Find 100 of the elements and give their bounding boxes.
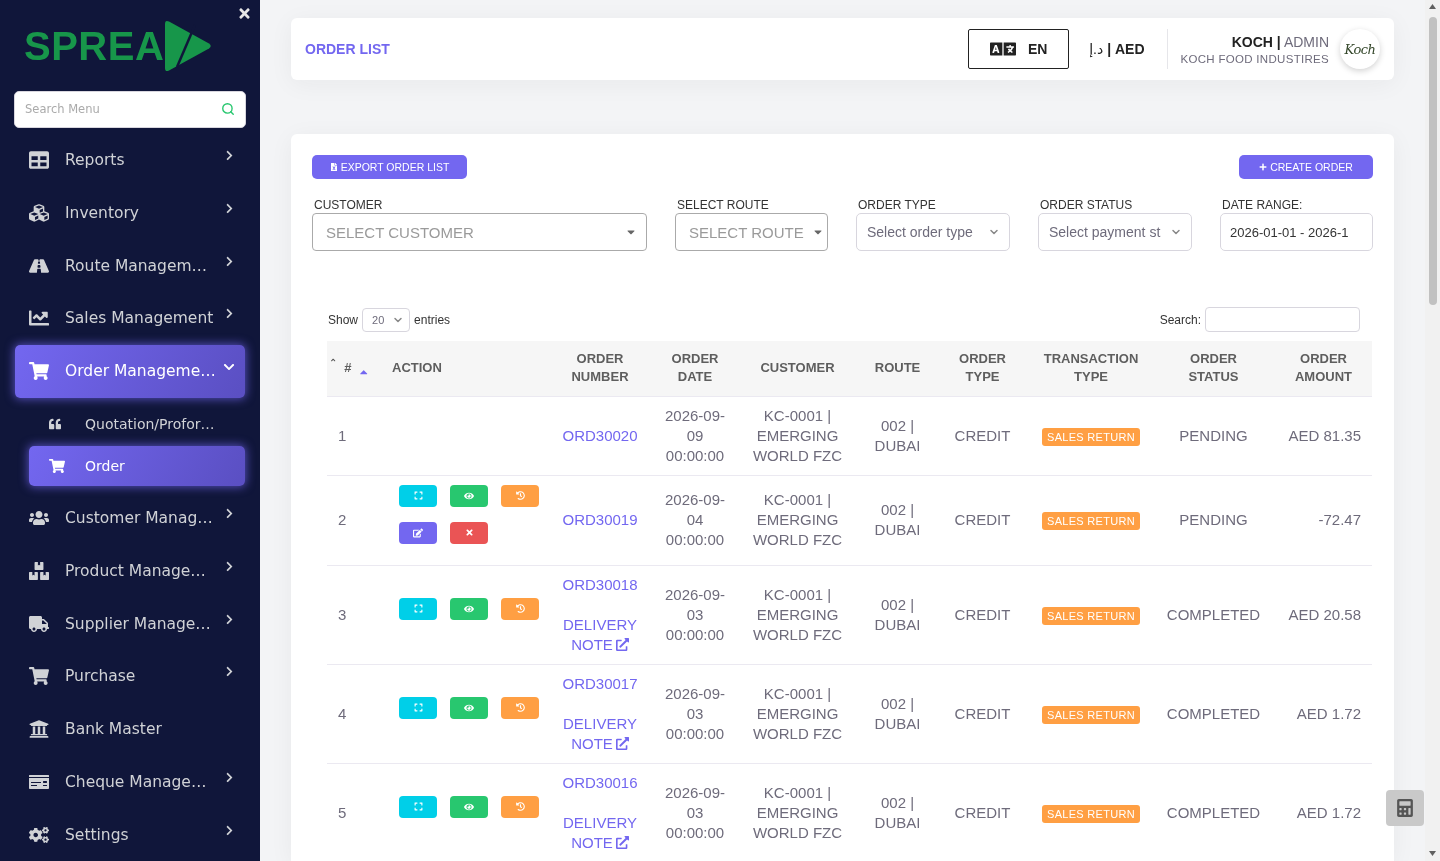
view-button[interactable] — [450, 597, 488, 620]
scrollbar-thumb[interactable] — [1428, 17, 1437, 305]
table-search-field[interactable] — [1205, 307, 1360, 332]
history-button[interactable] — [501, 484, 539, 507]
search-label: Search: — [1159, 312, 1201, 327]
sidebar-item[interactable]: Settings — [15, 808, 245, 861]
sidebar-item[interactable]: Sales Management — [15, 292, 245, 345]
logo-mark-icon — [164, 20, 213, 72]
expand-icon — [413, 703, 423, 712]
view-button[interactable] — [450, 795, 488, 818]
export-button[interactable]: EXPORT ORDER LIST — [312, 155, 467, 179]
transaction-type-badge: SALES RETURN — [1042, 705, 1140, 724]
dropdown-select[interactable]: Select order type — [856, 213, 1010, 251]
company-name: KOCH FOOD INDUSTIRES — [1180, 52, 1329, 65]
delivery-note-link[interactable]: DELIVERY NOTE — [555, 713, 645, 754]
sidebar-item[interactable]: Inventory — [15, 186, 245, 240]
table-cell: KC-0001 | EMERGING WORLD FZC — [735, 396, 860, 475]
dropdown-select[interactable]: Select payment st — [1038, 213, 1192, 251]
table-cell: 4 — [327, 664, 380, 763]
user-name: KOCH | ADMIN — [1231, 33, 1329, 50]
column-header[interactable]: ORDER DATE — [655, 341, 735, 396]
close-button[interactable] — [237, 6, 252, 21]
column-header[interactable]: ROUTE — [860, 341, 935, 396]
table-cell: 002 | DUBAI — [860, 565, 935, 664]
search-field[interactable]: Search Menu — [14, 90, 246, 128]
table-cell: AED 1.72 — [1275, 664, 1372, 763]
company-logo[interactable]: Koch — [1340, 29, 1380, 69]
expand-button[interactable] — [399, 484, 437, 507]
column-header[interactable]: ORDER STATUS — [1152, 341, 1275, 396]
external-link-icon — [615, 835, 629, 849]
create-order-button[interactable]: CREATE ORDER — [1239, 155, 1373, 179]
column-header[interactable]: TRANSACTION TYPE — [1030, 341, 1152, 396]
calculator-button[interactable] — [1386, 790, 1424, 826]
delete-button[interactable] — [450, 521, 488, 544]
edit-button[interactable] — [399, 521, 437, 544]
column-header[interactable]: ORDER AMOUNT — [1275, 341, 1372, 396]
expand-icon — [413, 604, 423, 613]
order-number-link[interactable]: ORD30020 — [562, 425, 638, 446]
order-number-link[interactable]: ORD30016 — [562, 772, 638, 793]
history-button[interactable] — [501, 696, 539, 719]
table-cell: 2026-09-03 00:00:00 — [655, 565, 735, 664]
delivery-note-link[interactable]: DELIVERY NOTE — [555, 812, 645, 853]
sidebar-item[interactable]: Route Managem… — [15, 239, 245, 292]
view-button[interactable] — [450, 696, 488, 719]
order-number-link[interactable]: ORD30019 — [562, 510, 638, 530]
table-cell: AED 81.35 — [1275, 396, 1372, 475]
table-icon — [29, 150, 49, 171]
table-cell: CREDIT — [935, 763, 1030, 861]
transaction-type-badge: SALES RETURN — [1042, 804, 1140, 823]
column-header[interactable]: CUSTOMER — [735, 341, 860, 396]
sidebar-item[interactable]: Customer Manag… — [15, 491, 245, 545]
column-header[interactable]: ACTION — [380, 341, 545, 396]
column-header[interactable]: ORDER TYPE — [935, 341, 1030, 396]
page-size-select[interactable]: 20 — [362, 307, 411, 332]
table-cell: 002 | DUBAI — [860, 396, 935, 475]
sidebar-item[interactable]: Supplier Manage… — [15, 597, 245, 650]
column-header[interactable]: # — [344, 359, 352, 378]
table-cell: KC-0001 | EMERGING WORLD FZC — [735, 475, 860, 565]
scroll-down-arrow-icon[interactable] — [1429, 851, 1436, 856]
table-cell: PENDING — [1152, 396, 1275, 475]
scroll-up-arrow-icon[interactable] — [1429, 4, 1436, 9]
external-link-icon — [615, 736, 629, 750]
delivery-note-link[interactable]: DELIVERY NOTE — [555, 614, 645, 655]
column-header[interactable]: ORDER NUMBER — [545, 341, 655, 396]
order-number-link[interactable]: ORD30018 — [562, 574, 638, 595]
bank-icon — [29, 719, 49, 740]
date-range-field[interactable]: 2026-01-01 - 2026-1 — [1220, 213, 1373, 251]
file-icon — [329, 163, 338, 171]
history-button[interactable] — [501, 795, 539, 818]
sidebar-item[interactable]: Product Manage… — [15, 544, 245, 598]
sidebar-item[interactable]: Reports — [15, 133, 245, 187]
history-icon — [515, 802, 525, 811]
table-cell: 002 | DUBAI — [860, 763, 935, 861]
history-button[interactable] — [501, 597, 539, 620]
order-number-link[interactable]: ORD30017 — [562, 673, 638, 694]
expand-button[interactable] — [399, 597, 437, 620]
expand-button[interactable] — [399, 795, 437, 818]
filter-label: SELECT ROUTE — [676, 198, 769, 213]
table-cell: 002 | DUBAI — [860, 664, 935, 763]
sidebar-subitem[interactable]: Order — [29, 445, 245, 486]
table-cell: 2026-09-03 00:00:00 — [655, 664, 735, 763]
sidebar-item[interactable]: Purchase — [15, 649, 245, 703]
expand-button[interactable] — [399, 696, 437, 719]
sidebar-subitem[interactable]: Quotation/Profor… — [29, 401, 245, 446]
view-button[interactable] — [450, 484, 488, 507]
sidebar-item[interactable]: Order Manageme… — [15, 344, 245, 398]
table-cell: COMPLETED — [1152, 565, 1275, 664]
table-cell: AED 20.58 — [1275, 565, 1372, 664]
plus-icon — [1259, 163, 1268, 171]
truck-icon — [29, 613, 49, 634]
page-title: ORDER LIST — [305, 41, 390, 57]
sidebar-item[interactable]: Bank Master — [15, 702, 245, 756]
table-cell: 1 — [327, 396, 380, 475]
eye-icon — [464, 801, 474, 812]
external-link-icon — [615, 637, 629, 651]
history-icon — [515, 491, 525, 500]
sidebar-item[interactable]: Cheque Manage… — [15, 755, 245, 809]
table-cell: CREDIT — [935, 396, 1030, 475]
scrollbar-track[interactable] — [1425, 0, 1440, 861]
cubes-icon — [29, 202, 49, 223]
